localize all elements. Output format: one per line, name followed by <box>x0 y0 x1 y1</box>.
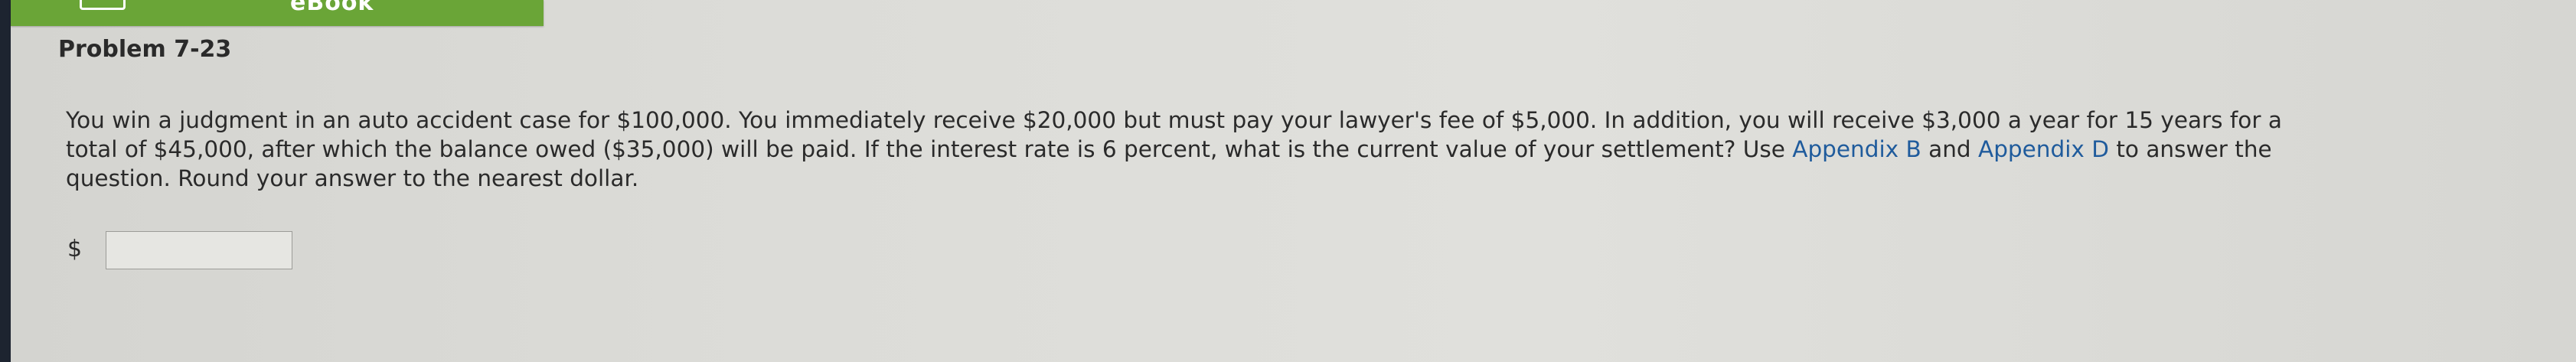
ebook-tab-label: eBook <box>290 0 374 16</box>
question-and-text: and <box>1921 136 1979 162</box>
appendix-d-link[interactable]: Appendix D <box>1978 136 2109 162</box>
question-line-3: question. Round your answer to the neare… <box>66 165 639 191</box>
question-text: You win a judgment in an auto accident c… <box>66 106 2546 193</box>
appendix-b-link[interactable]: Appendix B <box>1792 136 1921 162</box>
question-line-1: You win a judgment in an auto accident c… <box>66 107 2282 133</box>
question-line-2-start: total of $45,000, after which the balanc… <box>66 136 1793 162</box>
question-line-2: total of $45,000, after which the balanc… <box>66 135 2546 164</box>
problem-title: Problem 7-23 <box>58 36 232 63</box>
question-line-2-end: to answer the <box>2108 136 2272 162</box>
currency-symbol: $ <box>67 236 83 263</box>
book-icon <box>80 0 126 10</box>
ebook-tab[interactable]: eBook <box>11 0 544 26</box>
left-edge-strip <box>0 0 11 362</box>
answer-input[interactable] <box>106 231 292 269</box>
